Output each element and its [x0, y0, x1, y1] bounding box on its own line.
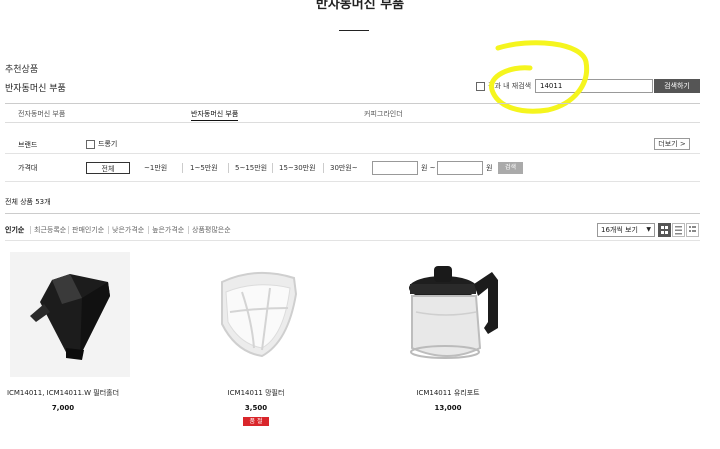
price-over-300k[interactable]: 30만원~ — [330, 162, 358, 174]
brand-label: 브랜드 — [18, 141, 38, 149]
sort-most-reviews[interactable]: 상품평많은순 — [192, 225, 231, 235]
price-10k-50k[interactable]: 1~5만원 — [190, 162, 218, 174]
sort-separator — [30, 226, 31, 234]
price-all[interactable]: 전체 — [86, 162, 130, 174]
total-count: 전체 상품 53개 — [5, 198, 51, 206]
brand-checkbox[interactable] — [86, 139, 95, 149]
sort-newest[interactable]: 최근등록순 — [34, 225, 66, 235]
mesh-filter-image[interactable] — [196, 252, 316, 377]
product-card[interactable] — [186, 252, 326, 379]
filter-divider — [5, 153, 700, 154]
price-apply-button[interactable]: 검색 — [498, 162, 523, 174]
product-name[interactable]: ICM14011 망필터 — [186, 388, 326, 398]
tab-semi-auto-machine[interactable]: 반자동머신 부품 — [191, 109, 239, 121]
grid-view-icon[interactable] — [658, 223, 671, 237]
tab-grinder[interactable]: 커피그라인더 — [364, 109, 403, 119]
brand-option-label: 드롱기 — [98, 140, 118, 148]
price-under-10k[interactable]: ~1만원 — [144, 162, 167, 174]
price-label: 가격대 — [18, 164, 38, 172]
sort-high-price[interactable]: 높은가격순 — [152, 225, 184, 235]
sort-separator — [188, 226, 189, 234]
price-separator — [272, 163, 273, 173]
price-separator — [228, 163, 229, 173]
sort-separator — [68, 226, 69, 234]
brand-option[interactable]: 드롱기 — [86, 139, 117, 149]
sort-divider — [5, 240, 700, 241]
product-card[interactable] — [378, 252, 518, 379]
compact-view-icon[interactable] — [686, 223, 699, 237]
more-button[interactable]: 더보기 > — [654, 138, 690, 150]
list-divider — [5, 213, 700, 214]
product-price: 7,000 — [51, 404, 75, 412]
category-title: 반자동머신 부품 — [5, 84, 66, 94]
sort-popular[interactable]: 인기순 — [5, 225, 24, 235]
filter-divider — [5, 181, 700, 182]
sort-separator — [108, 226, 109, 234]
price-separator — [182, 163, 183, 173]
tab-auto-machine[interactable]: 전자동머신 부품 — [18, 109, 65, 119]
price-150k-300k[interactable]: 15~30만원 — [279, 162, 316, 174]
category-tabs: 전자동머신 부품 반자동머신 부품 커피그라인더 — [5, 103, 700, 123]
page-title: 반자동머신 부품 — [315, 0, 405, 12]
product-card[interactable] — [0, 252, 140, 379]
search-button[interactable]: 검색하기 — [654, 79, 700, 93]
sort-low-price[interactable]: 낮은가격순 — [112, 225, 144, 235]
price-max-input[interactable] — [437, 161, 483, 175]
price-min-input[interactable] — [372, 161, 418, 175]
sold-out-badge: 품 절 — [243, 417, 269, 426]
chevron-down-icon: ▼ — [646, 226, 651, 233]
price-separator — [323, 163, 324, 173]
won-from-label: 원 ~ — [421, 164, 436, 172]
glass-pot-image[interactable] — [388, 252, 508, 377]
recommend-label: 추천상품 — [5, 65, 39, 75]
product-name[interactable]: ICM14011 유리포트 — [378, 388, 518, 398]
sort-separator — [148, 226, 149, 234]
price-50k-150k[interactable]: 5~15만원 — [235, 162, 267, 174]
sort-best-selling[interactable]: 판매인기순 — [72, 225, 104, 235]
product-name[interactable]: ICM14011, ICM14011.W 필터홀더 — [0, 388, 133, 398]
won-to-label: 원 — [486, 164, 493, 172]
product-price: 13,000 — [434, 404, 462, 412]
per-page-label: 16개씩 보기 — [601, 226, 638, 234]
product-price: 3,500 — [244, 404, 268, 412]
title-underline — [339, 30, 369, 31]
filter-holder-image[interactable] — [10, 252, 130, 377]
list-view-icon[interactable] — [672, 223, 685, 237]
per-page-select[interactable]: 16개씩 보기 ▼ — [597, 223, 655, 237]
